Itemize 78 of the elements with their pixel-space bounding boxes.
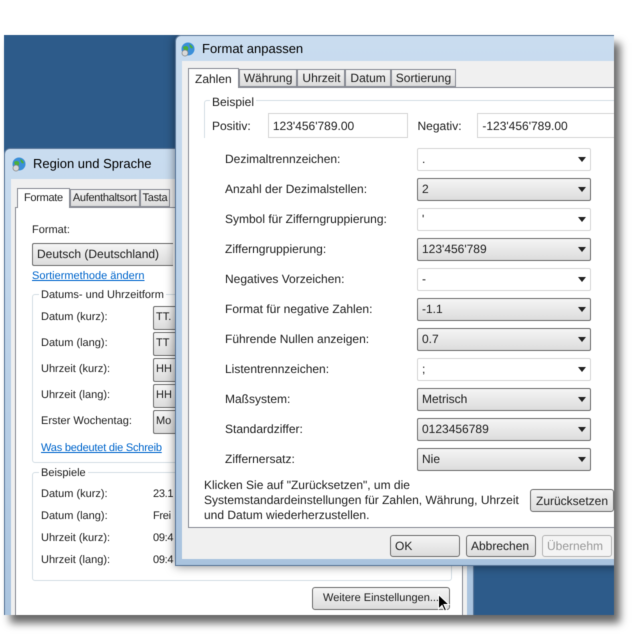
field-label: Uhrzeit (kurz): xyxy=(41,531,112,546)
dropdown[interactable]: Nie xyxy=(417,448,591,470)
mouse-pointer-icon xyxy=(438,594,450,612)
dropdown-arrow-icon xyxy=(578,186,586,192)
dropdown[interactable]: ' xyxy=(417,208,591,230)
globe-icon xyxy=(180,40,196,56)
field-label: Uhrzeit (lang): xyxy=(41,553,112,568)
field-label: Dezimaltrennzeichen: xyxy=(225,151,342,168)
dropdown[interactable]: -1.1 xyxy=(417,298,591,320)
field-label: Anzahl der Dezimalstellen: xyxy=(225,181,368,198)
field-label: Uhrzeit (kurz): xyxy=(41,362,112,378)
dropdown-arrow-icon xyxy=(578,336,586,342)
text-field[interactable]: 123'456'789.00 xyxy=(268,113,408,138)
tab[interactable]: Währung xyxy=(238,69,298,87)
field-label: Listentrennzeichen: xyxy=(225,361,330,378)
tab[interactable]: Sortierung xyxy=(390,69,456,87)
dialog-button[interactable]: Abbrechen xyxy=(466,535,536,557)
field-label: Datum (kurz): xyxy=(41,310,109,326)
window-title: Region und Sprache xyxy=(33,155,152,174)
link[interactable]: Was bedeutet die Schreib xyxy=(41,440,162,456)
dropdown[interactable]: ; xyxy=(417,358,591,380)
dropdown-arrow-icon xyxy=(578,426,586,432)
field-value: 09:4 xyxy=(153,531,174,546)
field-label: Standardziffer: xyxy=(225,421,304,438)
dropdown[interactable]: 2 xyxy=(417,178,591,200)
dropdown[interactable]: TT xyxy=(153,332,175,356)
field-label: Datum (kurz): xyxy=(41,487,109,502)
field-label: Ziffernersatz: xyxy=(225,451,296,468)
globe-icon xyxy=(11,156,27,172)
dropdown-arrow-icon xyxy=(578,246,586,252)
text-field[interactable]: -123'456'789.00 xyxy=(477,113,614,138)
dropdown[interactable]: 0123456789 xyxy=(417,418,591,440)
dropdown[interactable]: - xyxy=(417,268,591,290)
dropdown[interactable]: Deutsch (Deutschland) xyxy=(32,242,173,266)
info-text: Klicken Sie auf "Zurücksetzen", um die Systemstandardeinstellungen für Zahlen, Währung, Uhrzeit und Datum wiederherzustellen. xyxy=(204,478,520,523)
dropdown-arrow-icon xyxy=(578,156,586,162)
dropdown[interactable]: 0.7 xyxy=(417,328,591,350)
field-label: Symbol für Zifferngruppierung: xyxy=(225,211,388,228)
tab[interactable]: Aufenthaltsort xyxy=(70,189,140,207)
field-label: Erster Wochentag: xyxy=(41,414,133,430)
dropdown[interactable]: . xyxy=(417,148,591,170)
dropdown-arrow-icon xyxy=(578,276,586,282)
dropdown-arrow-icon xyxy=(578,306,586,312)
dropdown-arrow-icon xyxy=(578,216,586,222)
dropdown-arrow-icon xyxy=(578,366,586,372)
field-label: Datum (lang): xyxy=(41,509,109,524)
field-value: 23.1 xyxy=(153,487,174,502)
tab[interactable]: Formate xyxy=(17,188,70,208)
field-label: Negativ: xyxy=(418,118,463,134)
tab[interactable]: Datum xyxy=(345,69,391,87)
more-settings-button[interactable]: Weitere Einstellungen... xyxy=(312,586,450,610)
dropdown[interactable]: TT. xyxy=(153,306,175,330)
window-title: Format anpassen xyxy=(202,40,304,58)
field-label: Maßsystem: xyxy=(225,391,292,408)
dialog-button[interactable]: OK xyxy=(390,535,460,557)
tab[interactable]: Zahlen xyxy=(188,68,239,88)
field-value: 09:4 xyxy=(153,553,174,568)
link[interactable]: Sortiermethode ändern xyxy=(32,268,145,284)
dropdown-arrow-icon xyxy=(578,396,586,402)
field-label: Format: xyxy=(32,223,71,238)
group-title: Beispiele xyxy=(39,465,88,482)
field-label: Zifferngruppierung: xyxy=(225,241,328,258)
tab[interactable]: Tasta xyxy=(140,189,170,207)
dropdown[interactable]: Mo xyxy=(153,410,175,434)
dropdown[interactable]: Metrisch xyxy=(417,388,591,410)
dropdown-arrow-icon xyxy=(578,456,586,462)
tab[interactable]: Uhrzeit xyxy=(297,69,346,87)
reset-button[interactable]: Zurücksetzen xyxy=(530,489,614,512)
field-label: Negatives Vorzeichen: xyxy=(225,271,346,288)
field-label: Führende Nullen anzeigen: xyxy=(225,331,370,348)
field-label: Format für negative Zahlen: xyxy=(225,301,374,318)
field-label: Datum (lang): xyxy=(41,336,109,352)
dropdown[interactable]: HH xyxy=(153,358,175,382)
field-value: Frei xyxy=(153,509,171,524)
field-label: Uhrzeit (lang): xyxy=(41,388,112,404)
dropdown[interactable]: HH xyxy=(153,384,175,408)
field-label: Positiv: xyxy=(212,118,252,134)
dropdown[interactable]: 123'456'789 xyxy=(417,238,591,260)
